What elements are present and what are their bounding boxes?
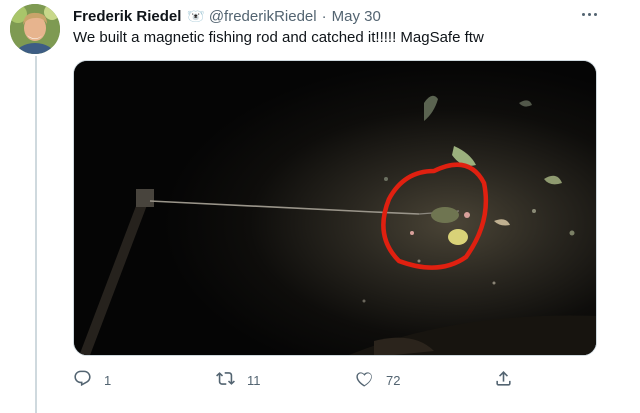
retweet-icon xyxy=(216,369,235,391)
reply-button[interactable]: 1 xyxy=(73,368,111,392)
share-button[interactable] xyxy=(494,368,513,392)
polar-bear-icon: 🐻‍❄️ xyxy=(187,7,205,24)
retweet-button[interactable]: 11 xyxy=(216,368,261,392)
thread-line xyxy=(35,56,37,413)
tweet-actions: 1 11 72 xyxy=(73,368,533,392)
tweet-photo[interactable] xyxy=(73,60,597,356)
tweet-header: Frederik Riedel 🐻‍❄️ @frederikRiedel · M… xyxy=(73,6,381,26)
like-button[interactable]: 72 xyxy=(355,368,400,392)
tweet-text: We built a magnetic fishing rod and catc… xyxy=(73,29,484,46)
reply-count: 1 xyxy=(104,372,112,388)
more-icon[interactable] xyxy=(575,4,603,24)
author-name[interactable]: Frederik Riedel xyxy=(73,8,181,25)
like-icon xyxy=(355,369,374,391)
retweet-count: 11 xyxy=(247,372,261,388)
separator-dot: · xyxy=(321,7,327,25)
avatar[interactable] xyxy=(10,4,60,54)
reply-icon xyxy=(73,369,92,391)
share-icon xyxy=(494,369,513,391)
tweet-date[interactable]: May 30 xyxy=(332,8,381,25)
author-handle[interactable]: @frederikRiedel xyxy=(209,8,317,25)
like-count: 72 xyxy=(386,372,401,388)
